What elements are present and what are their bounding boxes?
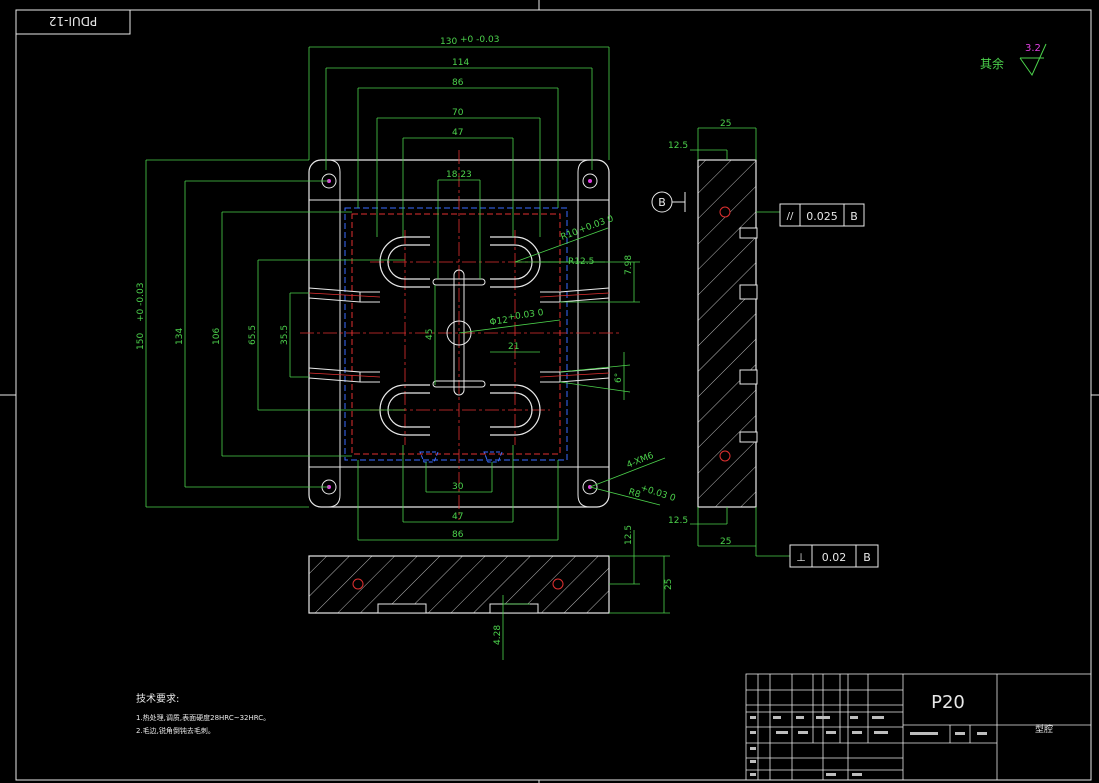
plan-dimensions (145, 46, 666, 541)
dim-35: 35.5 (280, 325, 290, 345)
corner-screw-holes (321, 173, 598, 495)
side-dim-25-top: 25 (720, 119, 731, 129)
dim-r12: R12.5 (568, 257, 594, 267)
dim-45: 45 (425, 329, 435, 340)
dim-86-bot: 86 (452, 530, 464, 540)
tolerance-frame-parallel: // 0.025 B (779, 203, 865, 227)
tol-symbol-parallel: // (787, 211, 794, 222)
side-dim-25-bot: 25 (720, 537, 731, 547)
dim-d12-tol: +0.03 0 (507, 308, 544, 323)
notes-title: 技术要求: (136, 692, 179, 705)
dim-86-top: 86 (452, 78, 464, 88)
dim-150: 150 (136, 333, 146, 350)
datum-b-marker: B (651, 191, 686, 213)
drawing-id-stamp: PDUI-12 (15, 9, 131, 35)
dim-134: 134 (175, 328, 185, 345)
tolerance-frame-perpendicular: ⊥ 0.02 B (789, 544, 879, 568)
sheet-frame (0, 0, 1099, 783)
dim-150-tol: +0 -0.03 (136, 283, 146, 322)
dim-r10: R10 (560, 227, 580, 243)
dim-18: 18.23 (446, 170, 472, 180)
plan-view (300, 150, 620, 520)
roughness-label: 其余 (980, 56, 1004, 71)
front-view: 12.5 25 4.28 (308, 525, 674, 660)
dim-114: 114 (452, 58, 469, 68)
notes-item-1: 1.热处理,调质,表面硬度28HRC~32HRC。 (136, 713, 270, 722)
title-part-name: 型腔 (1035, 723, 1053, 735)
dim-130-tol: +0 -0.03 (460, 35, 499, 45)
tol-datum-perpendicular: B (863, 551, 871, 564)
side-dim-125-bot: 12.5 (668, 516, 688, 526)
dim-d12: Φ12 (489, 315, 509, 327)
dim-65: 65.5 (248, 325, 258, 345)
dim-798: 7.98 (624, 255, 634, 275)
front-dim-428: 4.28 (493, 625, 503, 645)
cad-drawing-canvas: PDUI-12 其余 3.2 130 +0 -0.03 114 86 70 47… (0, 0, 1099, 783)
dim-30: 30 (452, 482, 464, 492)
roughness-symbol: 其余 3.2 (980, 43, 1047, 77)
drawing-id-text: PDUI-12 (49, 14, 97, 28)
dim-21: 21 (508, 342, 519, 352)
dim-130: 130 (440, 37, 457, 47)
tol-value-perpendicular: 0.02 (822, 551, 847, 564)
tol-datum-parallel: B (850, 210, 858, 223)
tol-value-parallel: 0.025 (806, 210, 838, 223)
side-view: 25 12.5 12.5 25 B (651, 119, 790, 557)
front-dim-25: 25 (664, 579, 674, 590)
notes-item-2: 2.毛边,锐角倒钝去毛刺。 (136, 726, 215, 735)
dim-6deg: 6° (614, 373, 624, 383)
cavity-group (379, 236, 541, 436)
front-dim-125: 12.5 (624, 525, 634, 545)
roughness-value: 3.2 (1025, 43, 1041, 54)
side-dim-125-top: 12.5 (668, 141, 688, 151)
dim-47-bot: 47 (452, 512, 463, 522)
datum-b-label: B (658, 196, 666, 209)
dim-47-top: 47 (452, 128, 463, 138)
tol-symbol-perpendicular: ⊥ (796, 551, 806, 564)
technical-notes: 技术要求: 1.热处理,调质,表面硬度28HRC~32HRC。 2.毛边,锐角倒… (136, 692, 270, 735)
dim-70: 70 (452, 108, 464, 118)
title-part-no: P20 (931, 692, 965, 713)
dim-106: 106 (212, 328, 222, 345)
